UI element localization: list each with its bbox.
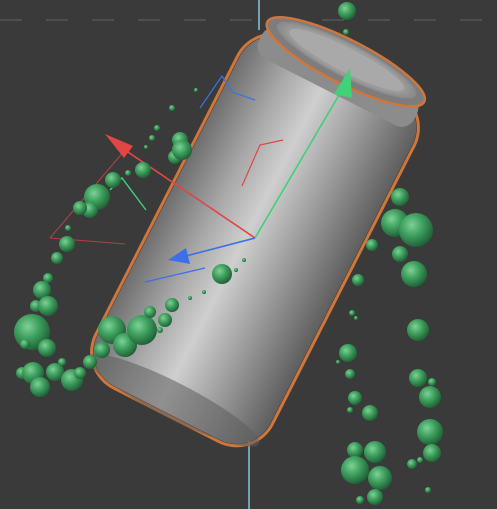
particle-sphere xyxy=(391,188,409,206)
particle-sphere xyxy=(158,313,172,327)
particle-sphere xyxy=(409,369,427,387)
particle-sphere xyxy=(59,236,75,252)
particle-sphere xyxy=(65,225,71,231)
particle-sphere xyxy=(407,459,417,469)
particle-sphere xyxy=(354,316,358,320)
particle-sphere xyxy=(364,441,386,463)
particle-sphere xyxy=(345,369,355,379)
particle-sphere xyxy=(188,296,192,300)
particle-sphere xyxy=(165,298,179,312)
particle-sphere xyxy=(51,252,63,264)
gizmo-x-axis-arrow[interactable] xyxy=(105,134,133,158)
particle-sphere xyxy=(30,377,50,397)
particle-sphere xyxy=(417,419,443,445)
particle-sphere xyxy=(83,355,97,369)
particle-sphere xyxy=(419,386,441,408)
particle-sphere xyxy=(401,261,427,287)
particle-sphere xyxy=(423,444,441,462)
particle-sphere xyxy=(348,391,362,405)
particle-sphere xyxy=(38,296,58,316)
particle-sphere xyxy=(127,315,157,345)
particle-sphere xyxy=(362,405,378,421)
particle-sphere xyxy=(341,456,369,484)
particle-sphere xyxy=(392,246,408,262)
particle-sphere xyxy=(425,487,431,493)
particle-sphere xyxy=(339,344,357,362)
particle-sphere xyxy=(407,319,429,341)
particle-sphere xyxy=(149,135,155,141)
particle-sphere xyxy=(417,457,423,463)
particle-sphere xyxy=(349,310,355,316)
particle-sphere xyxy=(368,466,392,490)
particle-sphere xyxy=(242,258,246,262)
particle-sphere xyxy=(58,358,66,366)
particle-sphere xyxy=(338,2,356,20)
particle-sphere xyxy=(38,339,56,357)
particle-sphere xyxy=(20,339,30,349)
3d-viewport[interactable] xyxy=(0,0,497,509)
particle-sphere xyxy=(343,29,349,35)
particle-sphere xyxy=(356,496,364,504)
particle-sphere xyxy=(336,360,340,364)
particle-sphere xyxy=(94,342,110,358)
particle-sphere xyxy=(105,172,121,188)
particle-sphere xyxy=(347,407,353,413)
particle-sphere xyxy=(169,105,175,111)
particle-sphere xyxy=(157,327,163,333)
particle-sphere xyxy=(144,306,156,318)
particle-sphere xyxy=(172,140,192,160)
particle-sphere xyxy=(154,125,160,131)
particle-sphere xyxy=(399,213,433,247)
particle-sphere xyxy=(73,201,87,215)
particle-sphere xyxy=(135,162,151,178)
particle-sphere xyxy=(347,442,363,458)
particle-sphere xyxy=(74,367,86,379)
particle-sphere xyxy=(352,274,364,286)
viewport-canvas[interactable] xyxy=(0,0,497,509)
particle-sphere xyxy=(125,170,131,176)
particle-sphere xyxy=(144,145,148,149)
particle-sphere xyxy=(194,88,198,92)
particle-sphere xyxy=(366,239,378,251)
particle-sphere xyxy=(212,264,232,284)
particle-sphere xyxy=(234,268,238,272)
particle-sphere xyxy=(367,489,383,505)
particle-sphere xyxy=(428,378,436,386)
particle-sphere xyxy=(202,290,206,294)
